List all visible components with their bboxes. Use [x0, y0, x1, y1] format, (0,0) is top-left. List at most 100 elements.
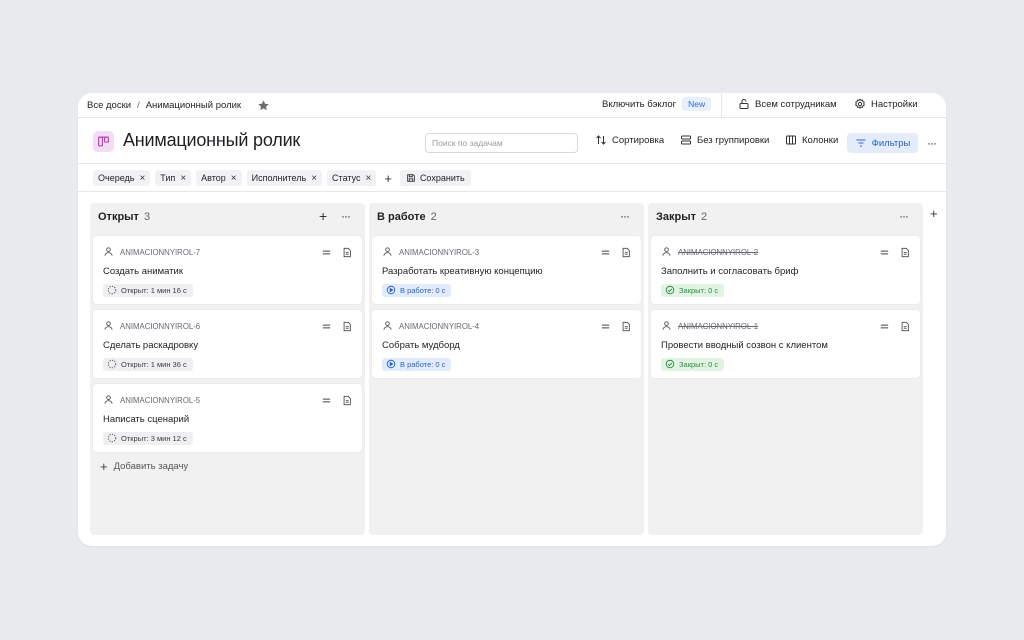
filter-icon [856, 139, 866, 147]
check-circle-icon [665, 359, 675, 371]
task-title: Собрать мудборд [382, 340, 460, 351]
columns-button[interactable]: Колонки [785, 134, 838, 146]
filters-button[interactable]: Фильтры [847, 133, 918, 153]
user-icon [103, 394, 114, 407]
task-key[interactable]: ANIMACIONNYIROL-6 [120, 322, 200, 331]
card-meta: ANIMACIONNYIROL-1 [661, 320, 758, 333]
menu-lines-icon [600, 319, 611, 337]
sort-button[interactable]: Сортировка [595, 134, 664, 146]
grouping-button[interactable]: Без группировки [680, 134, 769, 146]
filter-chips: Очередь × Тип × Автор × Исполнитель × Статус × + Со… [93, 170, 471, 186]
status-text: Закрыт: 0 с [679, 286, 719, 295]
status-text: В работе: 0 с [400, 286, 446, 295]
board-window: Все доски / Анимационный ролик Включить … [78, 93, 946, 546]
sort-label: Сортировка [612, 134, 665, 146]
star-icon[interactable] [257, 99, 270, 112]
add-column-icon[interactable]: + [930, 206, 938, 221]
filter-chips-bar: Очередь × Тип × Автор × Исполнитель × Статус × + Со… [78, 164, 946, 192]
task-key[interactable]: ANIMACIONNYIROL-5 [120, 396, 200, 405]
filter-chip[interactable]: Очередь × [93, 170, 151, 186]
more-menu-icon[interactable]: ··· [927, 136, 937, 150]
task-key[interactable]: ANIMACIONNYIROL-4 [399, 322, 479, 331]
breadcrumb-all-boards[interactable]: Все доски [87, 100, 131, 111]
save-filters-button[interactable]: Сохранить [399, 170, 471, 186]
task-card[interactable]: ANIMACIONNYIROL-4 Собрать мудборд В работе… [372, 310, 641, 378]
board-column: Закрыт 2 ··· ANIMACIONNYIROL-2 Заполнить и с… [648, 203, 923, 535]
close-icon[interactable]: × [231, 173, 237, 184]
task-key[interactable]: ANIMACIONNYIROL-2 [678, 248, 758, 257]
task-card[interactable]: ANIMACIONNYIROL-3 Разработать креативную … [372, 236, 641, 304]
column-count: 2 [430, 211, 437, 223]
add-task-button[interactable]: + Добавить задачу [100, 459, 188, 474]
column-header: В работе 2 [377, 211, 437, 223]
page-title: Анимационный ролик [123, 130, 301, 150]
card-meta: ANIMACIONNYIROL-3 [382, 246, 479, 259]
task-card[interactable]: ANIMACIONNYIROL-7 Создать аниматик Открыт:… [93, 236, 362, 304]
columns-label: Колонки [802, 134, 839, 146]
task-title: Заполнить и согласовать бриф [661, 266, 799, 277]
user-icon [103, 320, 114, 333]
in-progress-icon [386, 359, 396, 371]
filter-chip[interactable]: Статус × [327, 170, 377, 186]
settings-button[interactable]: Настройки [854, 98, 918, 110]
card-meta: ANIMACIONNYIROL-7 [103, 246, 200, 259]
access-label: Всем сотрудникам [755, 98, 837, 110]
open-status-icon [107, 433, 117, 445]
breadcrumb-separator: / [137, 100, 140, 111]
task-title: Создать аниматик [103, 266, 183, 277]
divider [721, 93, 722, 118]
status-text: В работе: 0 с [400, 360, 446, 369]
task-card[interactable]: ANIMACIONNYIROL-5 Написать сценарий Открыт… [93, 384, 362, 452]
menu-lines-icon [879, 245, 890, 263]
column-count: 2 [701, 211, 708, 223]
filter-chip[interactable]: Автор × [196, 170, 242, 186]
add-filter-icon[interactable]: + [381, 171, 395, 186]
sort-icon [596, 135, 606, 145]
status-badge: Открыт: 1 мин 36 с [103, 358, 193, 371]
board-column: В работе 2 ··· ANIMACIONNYIROL-3 Разработать… [369, 203, 644, 535]
column-title: В работе [377, 211, 426, 223]
search-input[interactable] [425, 133, 578, 153]
enable-backlog-toggle[interactable]: Включить бэклог New [602, 97, 712, 111]
more-menu-icon[interactable]: ··· [341, 209, 351, 223]
card-icons [879, 245, 910, 263]
board-icon [93, 131, 114, 152]
breadcrumb: Все доски / Анимационный ролик [87, 99, 270, 112]
check-circle-icon [665, 285, 675, 297]
more-menu-icon[interactable]: ··· [620, 209, 630, 223]
status-badge: Открыт: 3 мин 12 с [103, 432, 193, 445]
task-card[interactable]: ANIMACIONNYIROL-6 Сделать раскадровку Откр… [93, 310, 362, 378]
status-badge: Закрыт: 0 с [661, 358, 725, 371]
task-key[interactable]: ANIMACIONNYIROL-7 [120, 248, 200, 257]
column-title: Закрыт [656, 211, 697, 223]
close-icon[interactable]: × [366, 173, 372, 184]
more-menu-icon[interactable]: ··· [899, 209, 909, 223]
add-card-icon[interactable]: + [319, 208, 327, 224]
filters-label: Фильтры [871, 137, 911, 149]
user-icon [103, 246, 114, 259]
backlog-label: Включить бэклог [602, 98, 677, 110]
task-title: Написать сценарий [103, 414, 190, 425]
task-key[interactable]: ANIMACIONNYIROL-3 [399, 248, 479, 257]
close-icon[interactable]: × [139, 173, 145, 184]
column-header: Открыт 3 [98, 211, 150, 223]
filter-chip-label: Очередь [98, 173, 135, 183]
access-button[interactable]: Всем сотрудникам [738, 98, 837, 110]
user-icon [661, 320, 672, 333]
filter-chip[interactable]: Тип × [155, 170, 192, 186]
card-icons [600, 245, 631, 263]
task-card[interactable]: ANIMACIONNYIROL-1 Провести вводный созвон… [651, 310, 920, 378]
card-icons [600, 319, 631, 337]
filter-chip-label: Автор [201, 173, 226, 183]
open-status-icon [107, 285, 117, 297]
filter-chip[interactable]: Исполнитель × [246, 170, 323, 186]
document-icon [342, 319, 352, 337]
task-key[interactable]: ANIMACIONNYIROL-1 [678, 322, 758, 331]
close-icon[interactable]: × [180, 173, 186, 184]
add-task-label: Добавить задачу [113, 461, 189, 472]
task-card[interactable]: ANIMACIONNYIROL-2 Заполнить и согласовать… [651, 236, 920, 304]
card-icons [321, 319, 352, 337]
filter-chip-label: Тип [160, 173, 176, 183]
status-text: Открыт: 1 мин 16 с [121, 286, 187, 295]
close-icon[interactable]: × [311, 173, 317, 184]
